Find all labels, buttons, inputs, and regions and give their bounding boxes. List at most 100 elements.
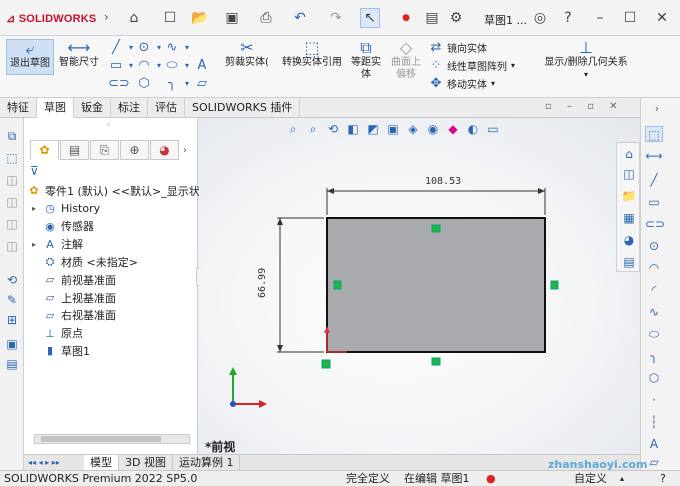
properties-icon[interactable]: ▤ xyxy=(422,8,442,28)
smart-dimension-icon[interactable]: ⟷ xyxy=(645,148,663,164)
arc-tool[interactable]: ◠ ▾ xyxy=(136,58,166,73)
tree-item[interactable]: ⛭ 材质 <未指定> xyxy=(32,253,138,270)
sketch-rectangle[interactable] xyxy=(326,217,546,353)
new-icon[interactable]: ☐ xyxy=(160,8,180,28)
sketch-tool-icon-5[interactable]: ◫ xyxy=(4,216,20,232)
surface-offset-button[interactable]: ◇ 曲面上 偏移 xyxy=(388,39,424,81)
sketch-tool-icon-3[interactable]: ◫ xyxy=(4,172,20,188)
select-icon[interactable]: ↖ xyxy=(360,8,380,28)
units-selector[interactable]: 自定义 xyxy=(574,471,607,486)
tab-scroll-arrows[interactable]: ◂◂ ◂ ▸ ▸▸ xyxy=(24,455,84,470)
tree-item[interactable]: ◉ 传感器 xyxy=(32,218,94,235)
close-button[interactable]: ✕ xyxy=(652,8,672,28)
vertical-relation-right[interactable] xyxy=(550,280,559,290)
undo-icon[interactable]: ↶ xyxy=(290,8,310,28)
exit-sketch-button[interactable]: ⤶ 退出草图 xyxy=(6,39,54,75)
tab-3d-views[interactable]: 3D 视图 xyxy=(119,455,173,471)
sketch-tool-icon-1[interactable]: ⧉ xyxy=(4,128,20,144)
design-library-icon[interactable]: ◫ xyxy=(620,165,638,183)
config-manager-tab-icon[interactable]: ⎘ xyxy=(90,140,119,160)
user-icon[interactable]: ◎ xyxy=(530,8,550,28)
horizontal-relation-top[interactable] xyxy=(431,224,441,233)
sketch-tool-icon-11[interactable]: ▤ xyxy=(4,356,20,372)
sketch-tool-icon-8[interactable]: ✎ xyxy=(4,292,20,308)
home-icon[interactable]: ⌂ xyxy=(124,8,144,28)
text-tool[interactable]: A xyxy=(194,58,213,73)
fillet-tool[interactable]: ╮ ▾ xyxy=(164,76,194,91)
tab-evaluate[interactable]: 评估 xyxy=(148,98,185,118)
tab-addins[interactable]: SOLIDWORKS 插件 xyxy=(185,98,301,118)
line-icon[interactable]: ╱ xyxy=(645,172,663,188)
ellipse-tool[interactable]: ⬭ ▾ xyxy=(164,58,194,73)
trim-entities-button[interactable]: ✂ 剪裁实体( xyxy=(218,39,276,69)
plane-icon[interactable]: ▱ xyxy=(645,454,663,470)
rectangle-tool[interactable]: ▭ ▾ xyxy=(108,58,138,73)
home-icon[interactable]: ⌂ xyxy=(620,145,638,163)
fillet-icon[interactable]: ╮ xyxy=(645,348,663,364)
custom-properties-icon[interactable]: ▤ xyxy=(620,253,638,271)
text-icon[interactable]: A xyxy=(645,436,663,452)
tree-item[interactable]: ▸ A 注解 xyxy=(32,236,83,253)
redo-icon[interactable]: ↷ xyxy=(326,8,346,28)
point-icon[interactable]: · xyxy=(645,392,663,408)
appearances-icon[interactable]: ◕ xyxy=(620,231,638,249)
expand-arrow-icon[interactable]: ▸ xyxy=(32,240,42,249)
units-dropdown-icon[interactable]: ▴ xyxy=(620,471,624,486)
polygon-icon[interactable]: ⬡ xyxy=(645,370,663,386)
options-icon[interactable]: ⚙ xyxy=(446,8,466,28)
rebuild-icon[interactable]: ● xyxy=(486,471,496,486)
plane-tool[interactable]: ▱ xyxy=(194,76,213,91)
tree-item[interactable]: ▮ 草图1 xyxy=(32,342,90,359)
tab-model[interactable]: 模型 xyxy=(84,455,119,471)
tab-markup[interactable]: 标注 xyxy=(111,98,148,118)
view-palette-icon[interactable]: ▦ xyxy=(620,209,638,227)
linear-pattern-button[interactable]: ⁘ 线性草图阵列 ▾ xyxy=(428,58,515,73)
offset-entities-button[interactable]: ⧉ 等距实 体 xyxy=(348,39,384,81)
height-dimension-value[interactable]: 66.99 xyxy=(257,268,268,298)
open-icon[interactable]: 📂 xyxy=(190,8,210,28)
spline-icon[interactable]: ∿ xyxy=(645,304,663,320)
print-icon[interactable]: ⎙ xyxy=(256,8,276,28)
smart-dimension-button[interactable]: ⟷ 智能尺寸 xyxy=(56,39,102,69)
tree-item[interactable]: ▸ ◷ History xyxy=(32,200,100,217)
tab-features[interactable]: 特征 xyxy=(0,98,37,118)
arc-icon[interactable]: ◠ xyxy=(645,260,663,276)
toolbar-more-icon[interactable]: › xyxy=(651,102,663,118)
ellipse-icon[interactable]: ⬭ xyxy=(645,326,663,342)
tree-item[interactable]: ⊥ 原点 xyxy=(32,325,83,342)
help-icon[interactable]: ? xyxy=(660,471,666,486)
sketch-tool-icon-2[interactable]: ⬚ xyxy=(4,150,20,166)
minimize-button[interactable]: – xyxy=(590,8,610,28)
sketch-icon[interactable]: ⬚ xyxy=(645,126,663,142)
horizontal-scrollbar[interactable] xyxy=(34,434,190,444)
sketch-tool-icon-7[interactable]: ⟲ xyxy=(4,272,20,288)
coincident-relation[interactable] xyxy=(321,359,331,369)
panel-grip-icon[interactable]: ◦ xyxy=(106,121,111,131)
expand-arrow-icon[interactable]: ▸ xyxy=(32,204,42,213)
tab-motion-study[interactable]: 运动算例 1 xyxy=(173,455,241,471)
line-tool[interactable]: ╱ ▾ xyxy=(108,40,138,55)
graphics-area[interactable]: ⌕ ⌕ ⟲ ◧ ◩ ▣ ◈ ◉ ◆ ◐ ▭ 108.53 66.99 *前视 xyxy=(199,118,640,454)
panel-tabs-more-icon[interactable]: › xyxy=(180,140,190,160)
traffic-light-icon[interactable]: ● xyxy=(396,8,416,28)
centerline-icon[interactable]: ┆ xyxy=(645,414,663,430)
spline-tool[interactable]: ∿ ▾ xyxy=(164,40,194,55)
circle-tool[interactable]: ⊙ ▾ xyxy=(136,40,166,55)
polygon-tool[interactable]: ⬡ xyxy=(136,76,155,91)
horizontal-relation-bottom[interactable] xyxy=(431,357,441,366)
mirror-entities-button[interactable]: ⇄ 镜向实体 xyxy=(428,40,487,55)
sketch-tool-icon-4[interactable]: ◫ xyxy=(4,194,20,210)
three-point-arc-icon[interactable]: ◜ xyxy=(645,282,663,298)
width-dimension-value[interactable]: 108.53 xyxy=(425,176,461,187)
tree-root[interactable]: ✿ 零件1 (默认) <<默认>_显示状 xyxy=(26,182,199,199)
circle-icon[interactable]: ⊙ xyxy=(645,238,663,254)
rectangle-icon[interactable]: ▭ xyxy=(645,194,663,210)
tree-item[interactable]: ▱ 上视基准面 xyxy=(32,289,116,306)
file-explorer-icon[interactable]: 📁 xyxy=(620,187,638,205)
sketch-tool-icon-9[interactable]: ⊞ xyxy=(4,312,20,328)
tab-sheet-metal[interactable]: 钣金 xyxy=(74,98,111,118)
convert-entities-button[interactable]: ⬚ 转换实体引用 xyxy=(278,39,346,69)
slot-tool[interactable]: ⊂⊃ xyxy=(108,76,130,91)
slot-icon[interactable]: ⊂⊃ xyxy=(645,216,665,232)
property-manager-tab-icon[interactable]: ▤ xyxy=(60,140,89,160)
